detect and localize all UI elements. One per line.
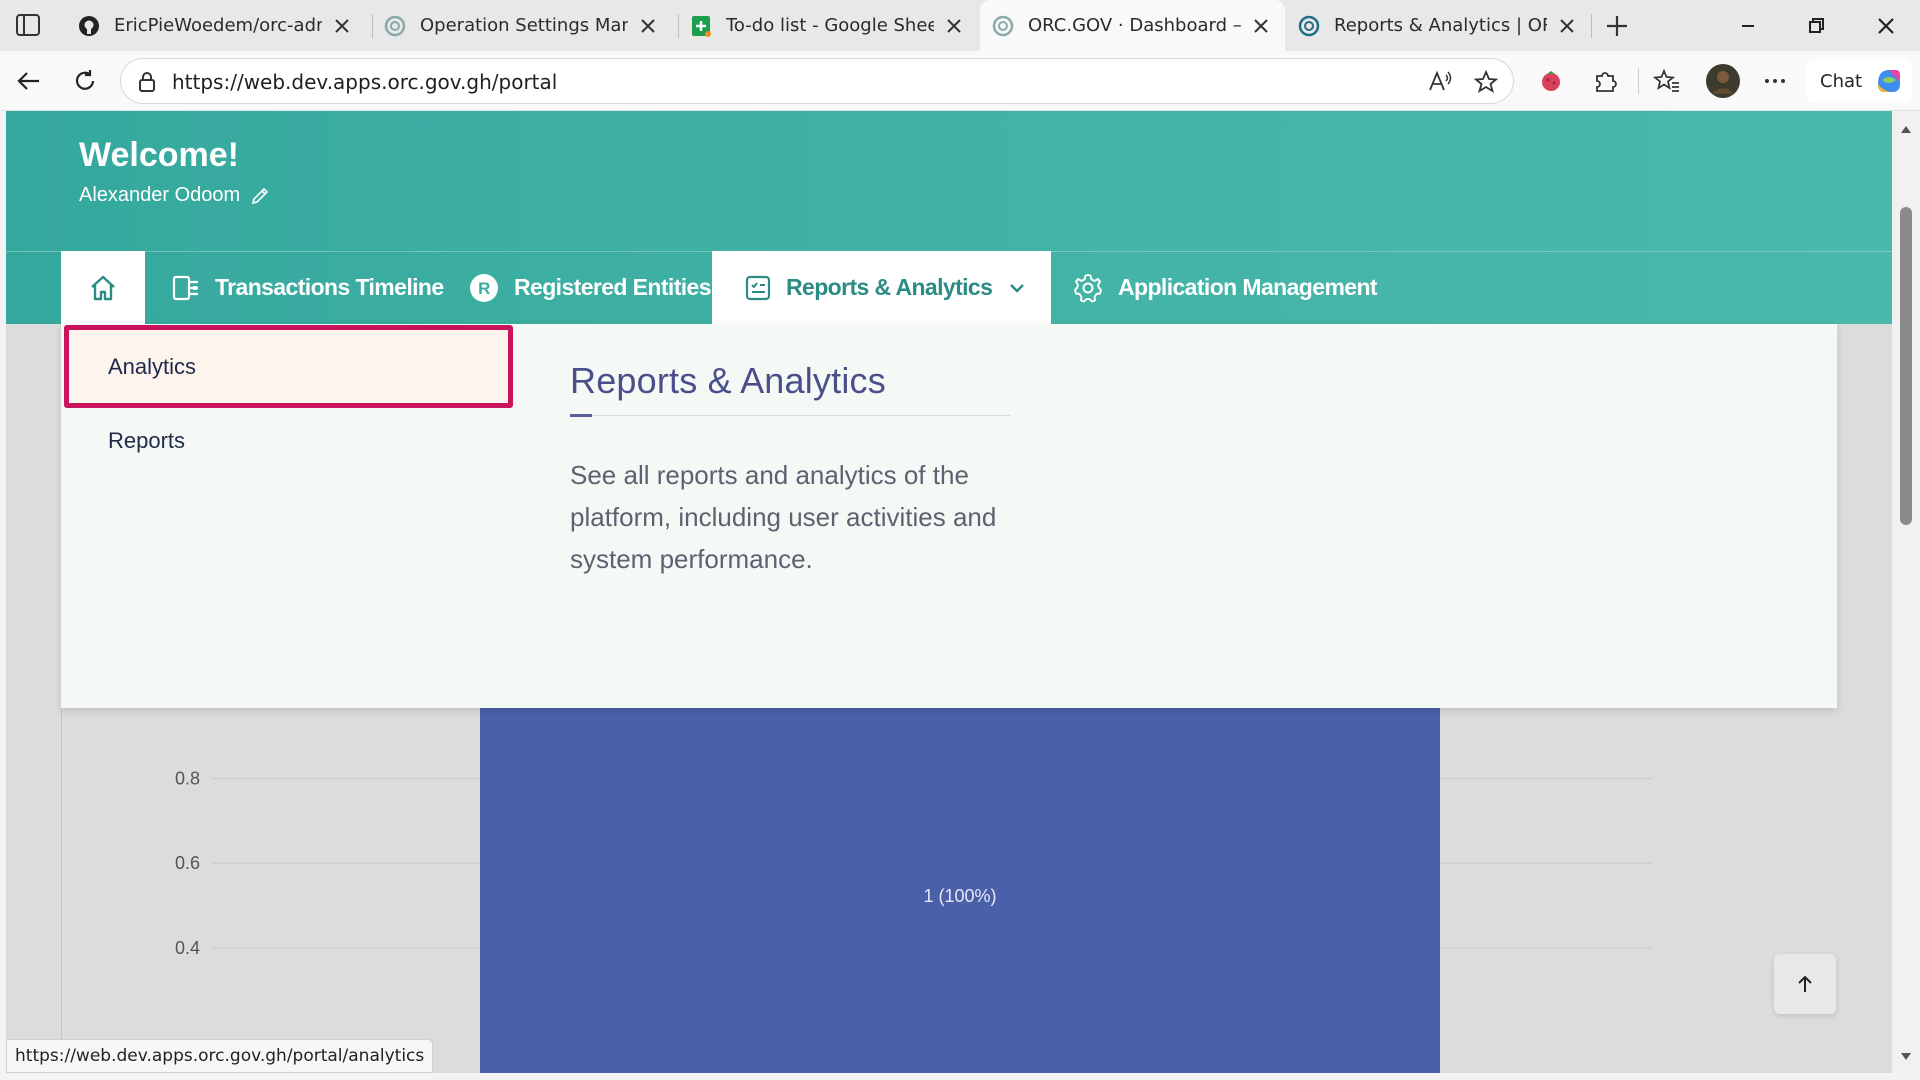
welcome-header: Welcome! Alexander Odoom Transactions Ti… [6, 111, 1892, 324]
welcome-title: Welcome! [79, 136, 239, 174]
scrollbar-thumb[interactable] [1900, 207, 1912, 525]
favorite-star-icon[interactable] [1473, 69, 1499, 95]
timeline-icon [172, 275, 198, 300]
read-aloud-icon[interactable] [1427, 69, 1453, 95]
scroll-down-arrow-icon[interactable] [1899, 1051, 1913, 1063]
main-nav: Transactions Timeline R Registered Entit… [6, 251, 1892, 324]
browser-toolbar: https://web.dev.apps.orc.gov.gh/portal C… [0, 51, 1920, 111]
y-tick-label: 0.4 [175, 938, 200, 958]
close-icon[interactable] [1251, 16, 1271, 36]
close-icon[interactable] [332, 16, 352, 36]
extensions-icon[interactable] [1590, 66, 1620, 96]
bar-data-label: 1 (100%) [923, 886, 996, 906]
restore-icon[interactable] [1802, 12, 1830, 40]
arrow-up-icon [1798, 975, 1812, 992]
close-window-icon[interactable] [1872, 12, 1900, 40]
nav-application-management[interactable]: Application Management [1072, 251, 1378, 324]
orc-logo-icon [992, 15, 1014, 36]
lock-icon[interactable] [136, 71, 158, 93]
svg-text:R: R [478, 279, 490, 298]
nav-label: Transactions Timeline [215, 274, 444, 300]
chat-label: Chat [1820, 70, 1863, 92]
y-tick-label: 0.8 [175, 769, 200, 789]
tab-actions-icon[interactable] [14, 12, 42, 38]
chart-bar[interactable] [480, 694, 1440, 1073]
orc-logo-icon [1298, 15, 1320, 36]
close-icon[interactable] [944, 16, 964, 36]
chevron-down-icon [1010, 283, 1025, 293]
browser-tab-bar: EricPieWoedem/orc-admin Operation Settin… [0, 0, 1920, 51]
new-tab-icon[interactable] [1602, 11, 1632, 41]
title-accent [570, 414, 592, 417]
dropdown-title: Reports & Analytics [570, 360, 886, 401]
tab-label: Operation Settings Manag [420, 15, 628, 36]
tab-label: To-do list - Google Sheets [726, 15, 934, 36]
favorites-icon[interactable] [1652, 66, 1682, 96]
more-options-icon[interactable] [1760, 66, 1790, 96]
page-scrollbar[interactable] [1892, 111, 1920, 1073]
y-tick-label: 0.6 [175, 853, 200, 873]
nav-label: Reports & Analytics [786, 274, 993, 300]
sheets-icon [692, 15, 711, 37]
dropdown-item-reports[interactable]: Reports [108, 428, 185, 454]
browser-tab[interactable]: Reports & Analytics | ORC [1286, 0, 1591, 51]
back-arrow-icon[interactable] [14, 66, 44, 96]
dropdown-description: See all reports and analytics of the pla… [570, 460, 997, 574]
copilot-chat-button[interactable]: Chat [1806, 59, 1912, 103]
browser-tab[interactable]: EricPieWoedem/orc-admin [66, 0, 366, 51]
reload-icon[interactable] [70, 66, 100, 96]
extension-raspberry-icon[interactable] [1536, 66, 1566, 96]
copilot-icon [1878, 70, 1901, 92]
tab-label: ORC.GOV · Dashboard – Us [1028, 15, 1241, 36]
nav-registered-entities[interactable]: R Registered Entities [468, 251, 712, 324]
github-icon [79, 15, 99, 36]
nav-reports-analytics[interactable]: Reports & Analytics [712, 251, 1051, 324]
orc-logo-icon [384, 15, 406, 36]
profile-avatar[interactable] [1706, 64, 1740, 98]
nav-transactions-timeline[interactable]: Transactions Timeline [171, 251, 444, 324]
tab-label: Reports & Analytics | ORC [1334, 15, 1547, 36]
page-viewport: 10.80.60.41 (100%) Welcome! Alexander Od… [6, 111, 1892, 1073]
home-icon [91, 275, 115, 300]
user-name-row: Alexander Odoom [79, 184, 270, 207]
url-text[interactable]: https://web.dev.apps.orc.gov.gh/portal [172, 70, 557, 94]
close-icon[interactable] [638, 16, 658, 36]
registered-icon: R [470, 273, 498, 302]
nav-label: Registered Entities [514, 274, 712, 300]
browser-tab[interactable]: Operation Settings Manag [372, 0, 672, 51]
analytics-chart: 10.80.60.41 (100%) [61, 684, 1837, 1073]
minimize-icon[interactable] [1734, 12, 1762, 40]
tab-label: EricPieWoedem/orc-admin [114, 15, 322, 36]
link-preview-status: https://web.dev.apps.orc.gov.gh/portal/a… [6, 1039, 434, 1073]
nav-home[interactable] [61, 251, 145, 324]
gear-icon [1074, 273, 1102, 302]
scroll-up-arrow-icon[interactable] [1899, 123, 1913, 135]
address-bar[interactable]: https://web.dev.apps.orc.gov.gh/portal [120, 58, 1514, 104]
nav-label: Application Management [1118, 274, 1378, 300]
bar-chart: 10.80.60.41 (100%) [175, 684, 1652, 1073]
browser-tab-active[interactable]: ORC.GOV · Dashboard – Us [980, 0, 1285, 51]
user-name: Alexander Odoom [79, 184, 241, 206]
edit-pencil-icon[interactable] [250, 186, 270, 206]
dropdown-item-analytics[interactable]: Analytics [108, 354, 196, 380]
scroll-to-top-button[interactable] [1774, 954, 1836, 1014]
report-icon [745, 275, 771, 300]
browser-tab[interactable]: To-do list - Google Sheets [678, 0, 978, 51]
reports-analytics-dropdown: Analytics Reports Reports & Analytics Se… [61, 324, 1837, 708]
close-icon[interactable] [1557, 16, 1577, 36]
title-divider [570, 415, 1010, 416]
